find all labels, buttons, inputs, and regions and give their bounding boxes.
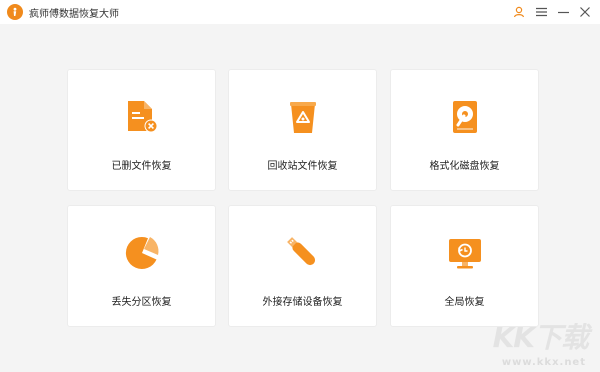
card-external-storage-recovery[interactable]: 外接存储设备恢复 bbox=[228, 205, 377, 327]
card-lost-partition-recovery[interactable]: 丢失分区恢复 bbox=[67, 205, 216, 327]
card-formatted-disk-recovery[interactable]: 格式化磁盘恢复 bbox=[390, 69, 539, 191]
recycle-bin-icon bbox=[283, 97, 323, 137]
card-label: 回收站文件恢复 bbox=[267, 161, 338, 172]
watermark: KK下载 www.kkx.net bbox=[476, 320, 596, 370]
card-label: 丢失分区恢复 bbox=[111, 297, 172, 308]
usb-drive-icon bbox=[283, 233, 323, 273]
lost-partition-icon bbox=[122, 233, 162, 273]
full-scan-monitor-icon bbox=[445, 233, 485, 273]
card-recycle-bin-recovery[interactable]: 回收站文件恢复 bbox=[228, 69, 377, 191]
card-label: 已删文件恢复 bbox=[111, 161, 172, 172]
watermark-url: www.kkx.net bbox=[501, 357, 586, 368]
recovery-mode-grid: 已删文件恢复 回收站文件恢复 格式化磁盘恢复 丢失分区恢复 外接存储设备恢复 全… bbox=[67, 69, 540, 327]
card-full-recovery[interactable]: 全局恢复 bbox=[390, 205, 539, 327]
title-bar: 疯师傅数据恢复大师 bbox=[0, 0, 600, 24]
user-icon[interactable] bbox=[508, 0, 530, 24]
card-label: 格式化磁盘恢复 bbox=[429, 161, 500, 172]
formatted-disk-icon bbox=[445, 97, 485, 137]
window-controls bbox=[508, 0, 596, 24]
card-deleted-file-recovery[interactable]: 已删文件恢复 bbox=[67, 69, 216, 191]
deleted-file-icon bbox=[122, 97, 162, 137]
card-label: 全局恢复 bbox=[444, 297, 485, 308]
watermark-text: KK下载 bbox=[492, 321, 589, 354]
menu-icon[interactable] bbox=[530, 0, 552, 24]
minimize-icon[interactable] bbox=[552, 0, 574, 24]
card-label: 外接存储设备恢复 bbox=[262, 297, 343, 308]
app-title: 疯师傅数据恢复大师 bbox=[29, 8, 119, 20]
app-logo-icon bbox=[7, 4, 23, 20]
close-icon[interactable] bbox=[574, 0, 596, 24]
